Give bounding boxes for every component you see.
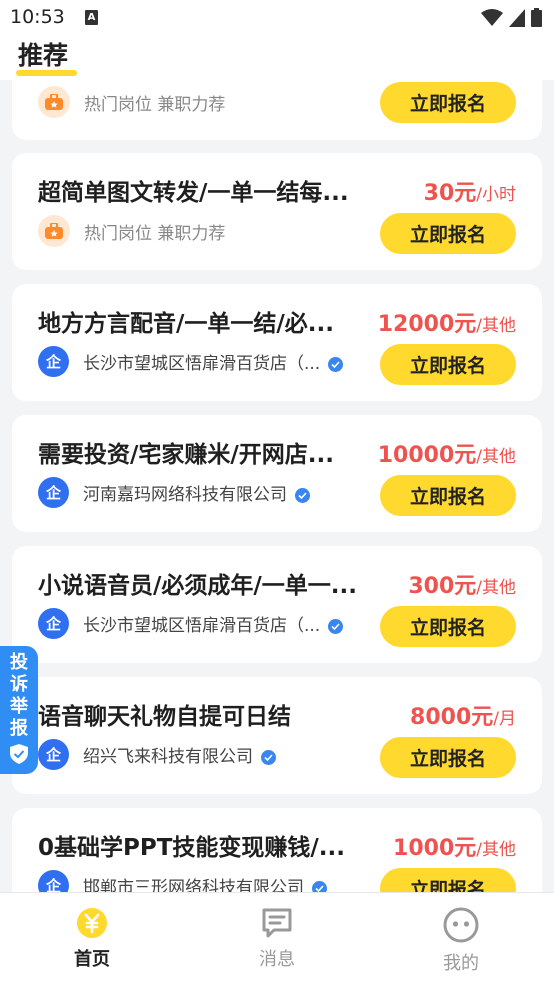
job-salary: 12000元/其他 xyxy=(378,306,516,338)
company-badge-icon: 企 xyxy=(38,608,69,639)
page-header: 推荐 xyxy=(0,36,554,80)
job-salary: 8000元/月 xyxy=(410,699,516,731)
salary-unit: /其他 xyxy=(476,578,516,598)
apply-button[interactable]: 立即报名 xyxy=(380,737,516,778)
apply-button[interactable]: 立即报名 xyxy=(380,475,516,516)
card-subline: 热门岗位 兼职力荐 xyxy=(38,215,225,247)
tab-messages[interactable]: 消息 xyxy=(232,907,322,971)
cell-signal-icon xyxy=(509,8,525,27)
company-name-text: 长沙市望城区悟扉滑百货店（... xyxy=(83,354,321,374)
verified-icon xyxy=(295,488,310,503)
job-salary: 1000元/其他 xyxy=(393,830,516,862)
company-name: 河南嘉玛网络科技有限公司 xyxy=(83,480,310,505)
company-name-text: 河南嘉玛网络科技有限公司 xyxy=(83,485,287,505)
shield-check-icon xyxy=(10,744,28,764)
profile-face-icon xyxy=(443,907,479,943)
job-title: 小说语音员/必须成年/一单一... xyxy=(38,573,358,599)
job-salary: 10000元/其他 xyxy=(378,437,516,469)
message-icon xyxy=(262,908,292,938)
company-name: 长沙市望城区悟扉滑百货店（... xyxy=(83,349,344,374)
tab-home[interactable]: 首页 xyxy=(47,907,137,971)
hot-job-icon xyxy=(38,86,70,118)
job-card[interactable]: 超简单图文转发/一单一结每... 30元/小时 热门岗位 兼职力荐 立即报名 xyxy=(12,153,542,270)
company-badge-icon: 企 xyxy=(38,346,69,377)
apply-button[interactable]: 立即报名 xyxy=(380,606,516,647)
card-subline: 企 河南嘉玛网络科技有限公司 xyxy=(38,477,310,508)
salary-unit: /小时 xyxy=(476,185,516,205)
card-subline: 企 长沙市望城区悟扉滑百货店（... xyxy=(38,346,344,377)
salary-amount: 30元 xyxy=(423,181,477,206)
card-subline: 企 长沙市望城区悟扉滑百货店（... xyxy=(38,608,344,639)
salary-amount: 12000元 xyxy=(377,312,477,337)
job-title: 需要投资/宅家赚米/开网店... xyxy=(38,442,335,468)
company-name-text: 长沙市望城区悟扉滑百货店（... xyxy=(83,616,321,636)
card-subtitle: 热门岗位 兼职力荐 xyxy=(84,94,226,115)
job-salary: 30元/小时 xyxy=(424,175,516,207)
job-card[interactable]: 0基础学PPT技能变现赚钱/... 1000元/其他 企 邯郸市三形网络科技有限… xyxy=(12,808,542,892)
tab-label: 消息 xyxy=(259,949,295,970)
yuan-coin-icon xyxy=(77,908,107,938)
notification-a-icon: A xyxy=(85,10,98,25)
job-card[interactable]: 热门岗位 兼职力荐 立即报名 xyxy=(12,80,542,140)
salary-unit: /其他 xyxy=(476,447,516,467)
verified-icon xyxy=(261,750,276,765)
salary-amount: 8000元 xyxy=(410,705,494,730)
tab-profile[interactable]: 我的 xyxy=(416,907,506,975)
job-list[interactable]: 热门岗位 兼职力荐 立即报名 超简单图文转发/一单一结每... 30元/小时 热… xyxy=(12,80,542,892)
company-name-text: 邯郸市三形网络科技有限公司 xyxy=(83,878,304,892)
job-card[interactable]: 语音聊天礼物自提可日结 8000元/月 企 绍兴飞来科技有限公司 立即报名 xyxy=(12,677,542,794)
report-label: 投诉举报 xyxy=(10,652,28,739)
status-time: 10:53 xyxy=(10,6,65,28)
card-subtitle: 热门岗位 兼职力荐 xyxy=(84,223,226,244)
bottom-tab-bar: 首页 消息 我的 xyxy=(0,892,554,985)
salary-amount: 300元 xyxy=(408,574,477,599)
status-bar: 10:53 A xyxy=(0,0,554,36)
job-title: 地方方言配音/一单一结/必... xyxy=(38,311,335,337)
tab-label: 首页 xyxy=(74,949,110,970)
card-subline: 企 邯郸市三形网络科技有限公司 xyxy=(38,870,327,892)
company-name: 邯郸市三形网络科技有限公司 xyxy=(83,873,327,892)
company-badge-icon: 企 xyxy=(38,477,69,508)
salary-unit: /月 xyxy=(493,709,516,729)
salary-amount: 1000元 xyxy=(393,836,477,861)
apply-button[interactable]: 立即报名 xyxy=(380,82,516,123)
apply-button[interactable]: 立即报名 xyxy=(380,868,516,892)
verified-icon xyxy=(312,881,327,892)
job-card[interactable]: 地方方言配音/一单一结/必... 12000元/其他 企 长沙市望城区悟扉滑百货… xyxy=(12,284,542,401)
job-card[interactable]: 需要投资/宅家赚米/开网店... 10000元/其他 企 河南嘉玛网络科技有限公… xyxy=(12,415,542,532)
company-badge-icon: 企 xyxy=(38,870,69,892)
salary-unit: /其他 xyxy=(476,840,516,860)
page-title[interactable]: 推荐 xyxy=(18,36,68,72)
hot-job-icon xyxy=(38,215,70,247)
company-name: 长沙市望城区悟扉滑百货店（... xyxy=(83,611,344,636)
wifi-icon xyxy=(481,8,503,26)
verified-icon xyxy=(328,619,344,634)
card-subline: 热门岗位 兼职力荐 xyxy=(38,86,225,118)
apply-button[interactable]: 立即报名 xyxy=(380,213,516,254)
apply-button[interactable]: 立即报名 xyxy=(380,344,516,385)
job-title: 超简单图文转发/一单一结每... xyxy=(38,180,349,206)
job-title: 0基础学PPT技能变现赚钱/... xyxy=(38,835,346,861)
job-title: 语音聊天礼物自提可日结 xyxy=(38,704,291,730)
company-badge-icon: 企 xyxy=(38,739,69,770)
job-salary: 300元/其他 xyxy=(408,568,516,600)
status-indicators xyxy=(481,8,542,27)
card-subline: 企 绍兴飞来科技有限公司 xyxy=(38,739,276,770)
salary-unit: /其他 xyxy=(476,316,516,336)
verified-icon xyxy=(328,357,344,372)
battery-icon xyxy=(531,8,542,27)
job-card[interactable]: 小说语音员/必须成年/一单一... 300元/其他 企 长沙市望城区悟扉滑百货店… xyxy=(12,546,542,663)
report-button[interactable]: 投诉举报 xyxy=(0,646,38,774)
company-name-text: 绍兴飞来科技有限公司 xyxy=(83,747,253,767)
salary-amount: 10000元 xyxy=(377,443,477,468)
company-name: 绍兴飞来科技有限公司 xyxy=(83,742,276,767)
tab-label: 我的 xyxy=(443,953,479,974)
